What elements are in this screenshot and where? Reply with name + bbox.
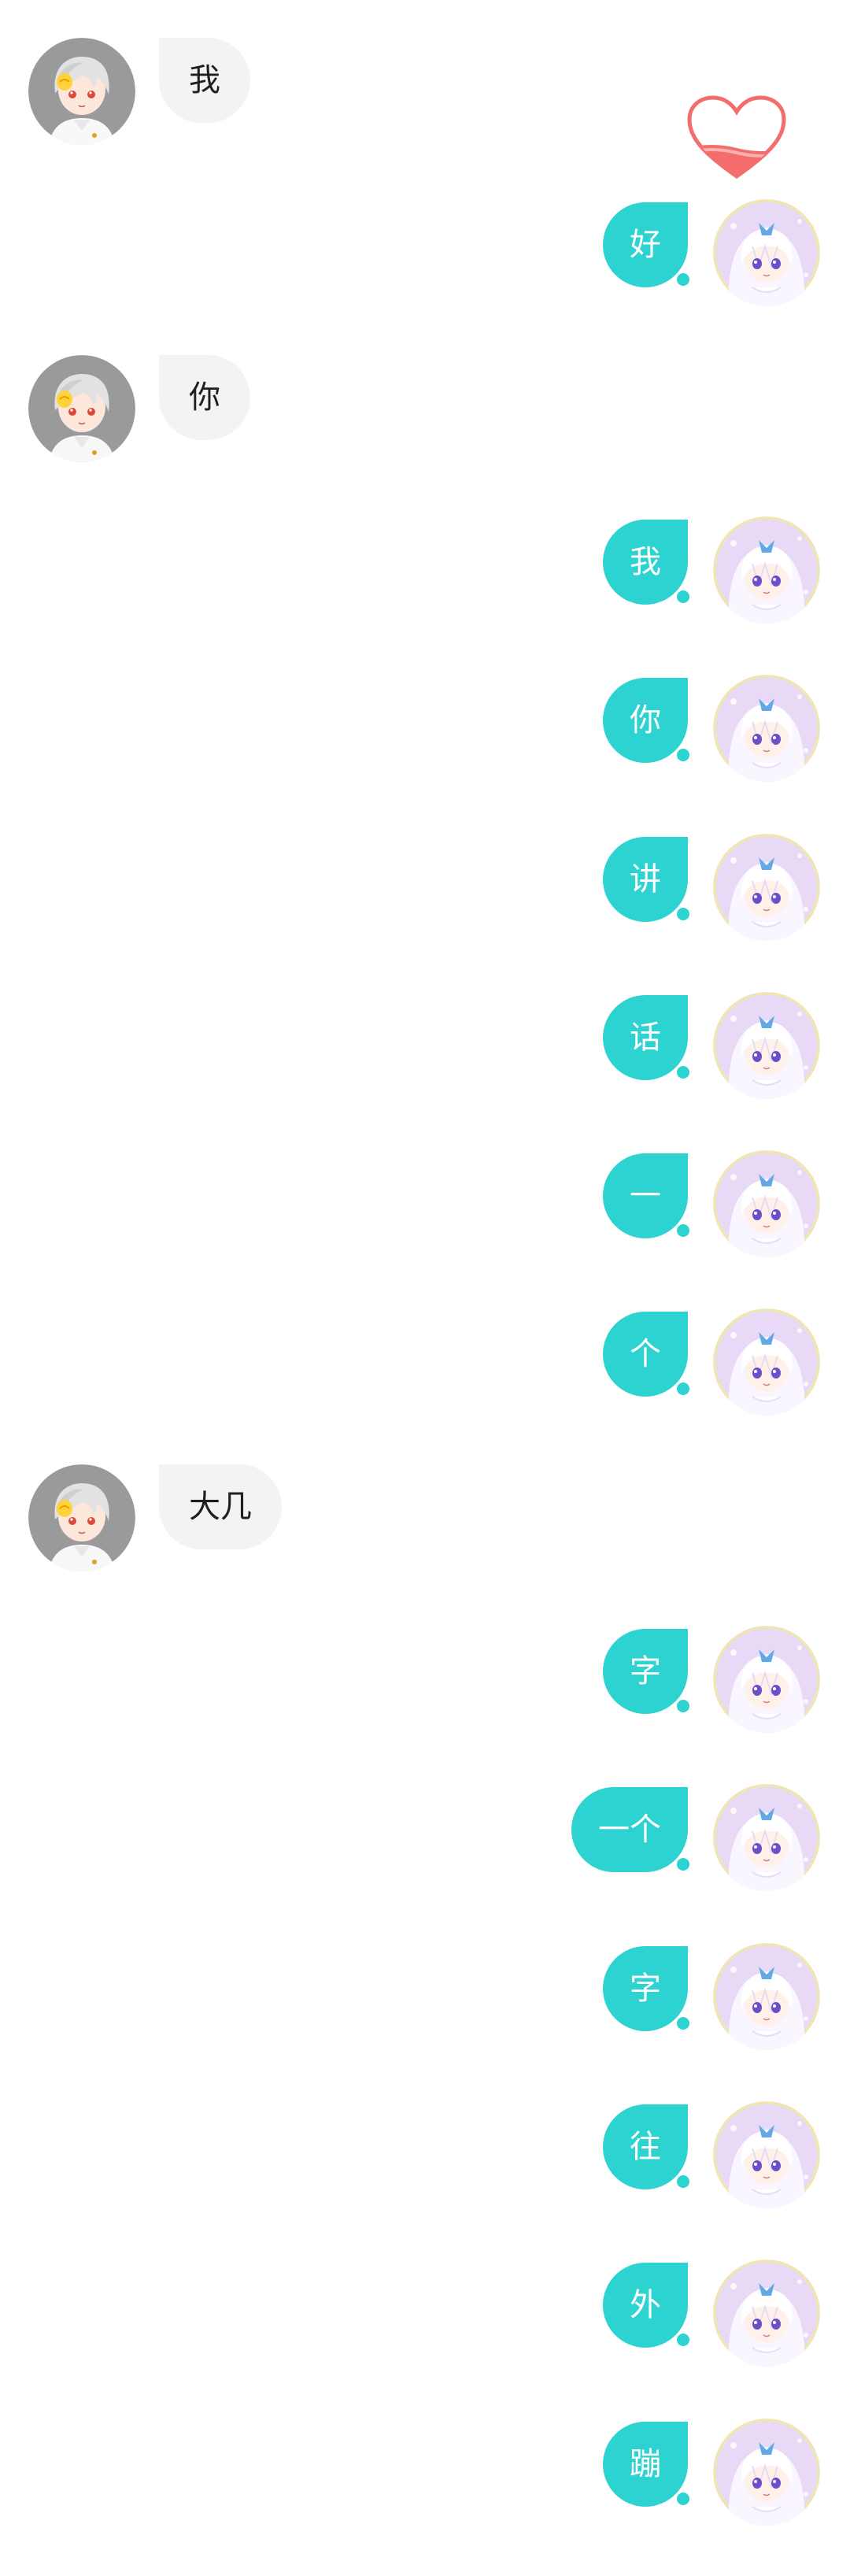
- outgoing-message-bubble[interactable]: 外: [603, 2263, 688, 2348]
- bubble-tail-dot: [677, 1066, 689, 1079]
- outgoing-message-bubble[interactable]: 往: [603, 2104, 688, 2189]
- outgoing-message-bubble[interactable]: 一个: [571, 1787, 688, 1872]
- bubble-tail-dot: [677, 273, 689, 286]
- incoming-message-bubble[interactable]: 大几: [159, 1464, 282, 1549]
- self-avatar[interactable]: [713, 1784, 820, 1891]
- bubble-tail-dot: [677, 749, 689, 761]
- outgoing-message-bubble[interactable]: 个: [603, 1312, 688, 1397]
- outgoing-message-bubble[interactable]: 讲: [603, 837, 688, 922]
- outgoing-message-bubble[interactable]: 好: [603, 202, 688, 287]
- bubble-tail-dot: [677, 2334, 689, 2346]
- message-row: 字: [0, 1943, 850, 2053]
- bubble-tail-dot: [677, 2175, 689, 2188]
- message-row: 好: [0, 199, 850, 309]
- message-row: 一个: [0, 1784, 850, 1894]
- message-row: 外: [0, 2260, 850, 2370]
- self-avatar[interactable]: [713, 2101, 820, 2208]
- message-row: 我: [0, 516, 850, 627]
- self-avatar[interactable]: [713, 2419, 820, 2526]
- outgoing-message-bubble[interactable]: 字: [603, 1946, 688, 2031]
- self-avatar[interactable]: [713, 1626, 820, 1733]
- bubble-tail-dot: [677, 590, 689, 603]
- incoming-message-bubble[interactable]: 我: [159, 38, 250, 123]
- outgoing-message-bubble[interactable]: 话: [603, 995, 688, 1080]
- self-avatar[interactable]: [713, 2260, 820, 2367]
- bubble-tail-dot: [677, 1858, 689, 1871]
- contact-avatar[interactable]: [28, 355, 135, 462]
- bubble-tail-dot: [677, 908, 689, 920]
- self-avatar[interactable]: [713, 1943, 820, 2050]
- bubble-tail-dot: [677, 2493, 689, 2505]
- outgoing-message-bubble[interactable]: 你: [603, 678, 688, 763]
- outgoing-message-bubble[interactable]: 我: [603, 520, 688, 605]
- chat-message-list[interactable]: 我 好 你 我 你 讲 话 一 个 大几 字 一个 字 往 外 蹦: [0, 0, 850, 2576]
- bubble-tail-dot: [677, 1700, 689, 1712]
- message-row: 我: [0, 38, 850, 148]
- incoming-message-bubble[interactable]: 你: [159, 355, 250, 440]
- message-row: 你: [0, 675, 850, 785]
- message-row: 讲: [0, 834, 850, 944]
- self-avatar[interactable]: [713, 1308, 820, 1416]
- outgoing-message-bubble[interactable]: 字: [603, 1629, 688, 1714]
- message-row: 蹦: [0, 2419, 850, 2529]
- contact-avatar[interactable]: [28, 38, 135, 145]
- bubble-tail-dot: [677, 2017, 689, 2030]
- self-avatar[interactable]: [713, 834, 820, 941]
- message-row: 一: [0, 1150, 850, 1260]
- outgoing-message-bubble[interactable]: 一: [603, 1153, 688, 1238]
- self-avatar[interactable]: [713, 516, 820, 624]
- self-avatar[interactable]: [713, 992, 820, 1099]
- bubble-tail-dot: [677, 1224, 689, 1237]
- self-avatar[interactable]: [713, 1150, 820, 1257]
- message-row: 往: [0, 2101, 850, 2211]
- message-row: 你: [0, 355, 850, 465]
- self-avatar[interactable]: [713, 199, 820, 306]
- message-row: 话: [0, 992, 850, 1102]
- self-avatar[interactable]: [713, 675, 820, 782]
- outgoing-message-bubble[interactable]: 蹦: [603, 2422, 688, 2507]
- contact-avatar[interactable]: [28, 1464, 135, 1571]
- message-row: 大几: [0, 1464, 850, 1575]
- message-row: 字: [0, 1626, 850, 1736]
- bubble-tail-dot: [677, 1382, 689, 1395]
- message-row: 个: [0, 1308, 850, 1419]
